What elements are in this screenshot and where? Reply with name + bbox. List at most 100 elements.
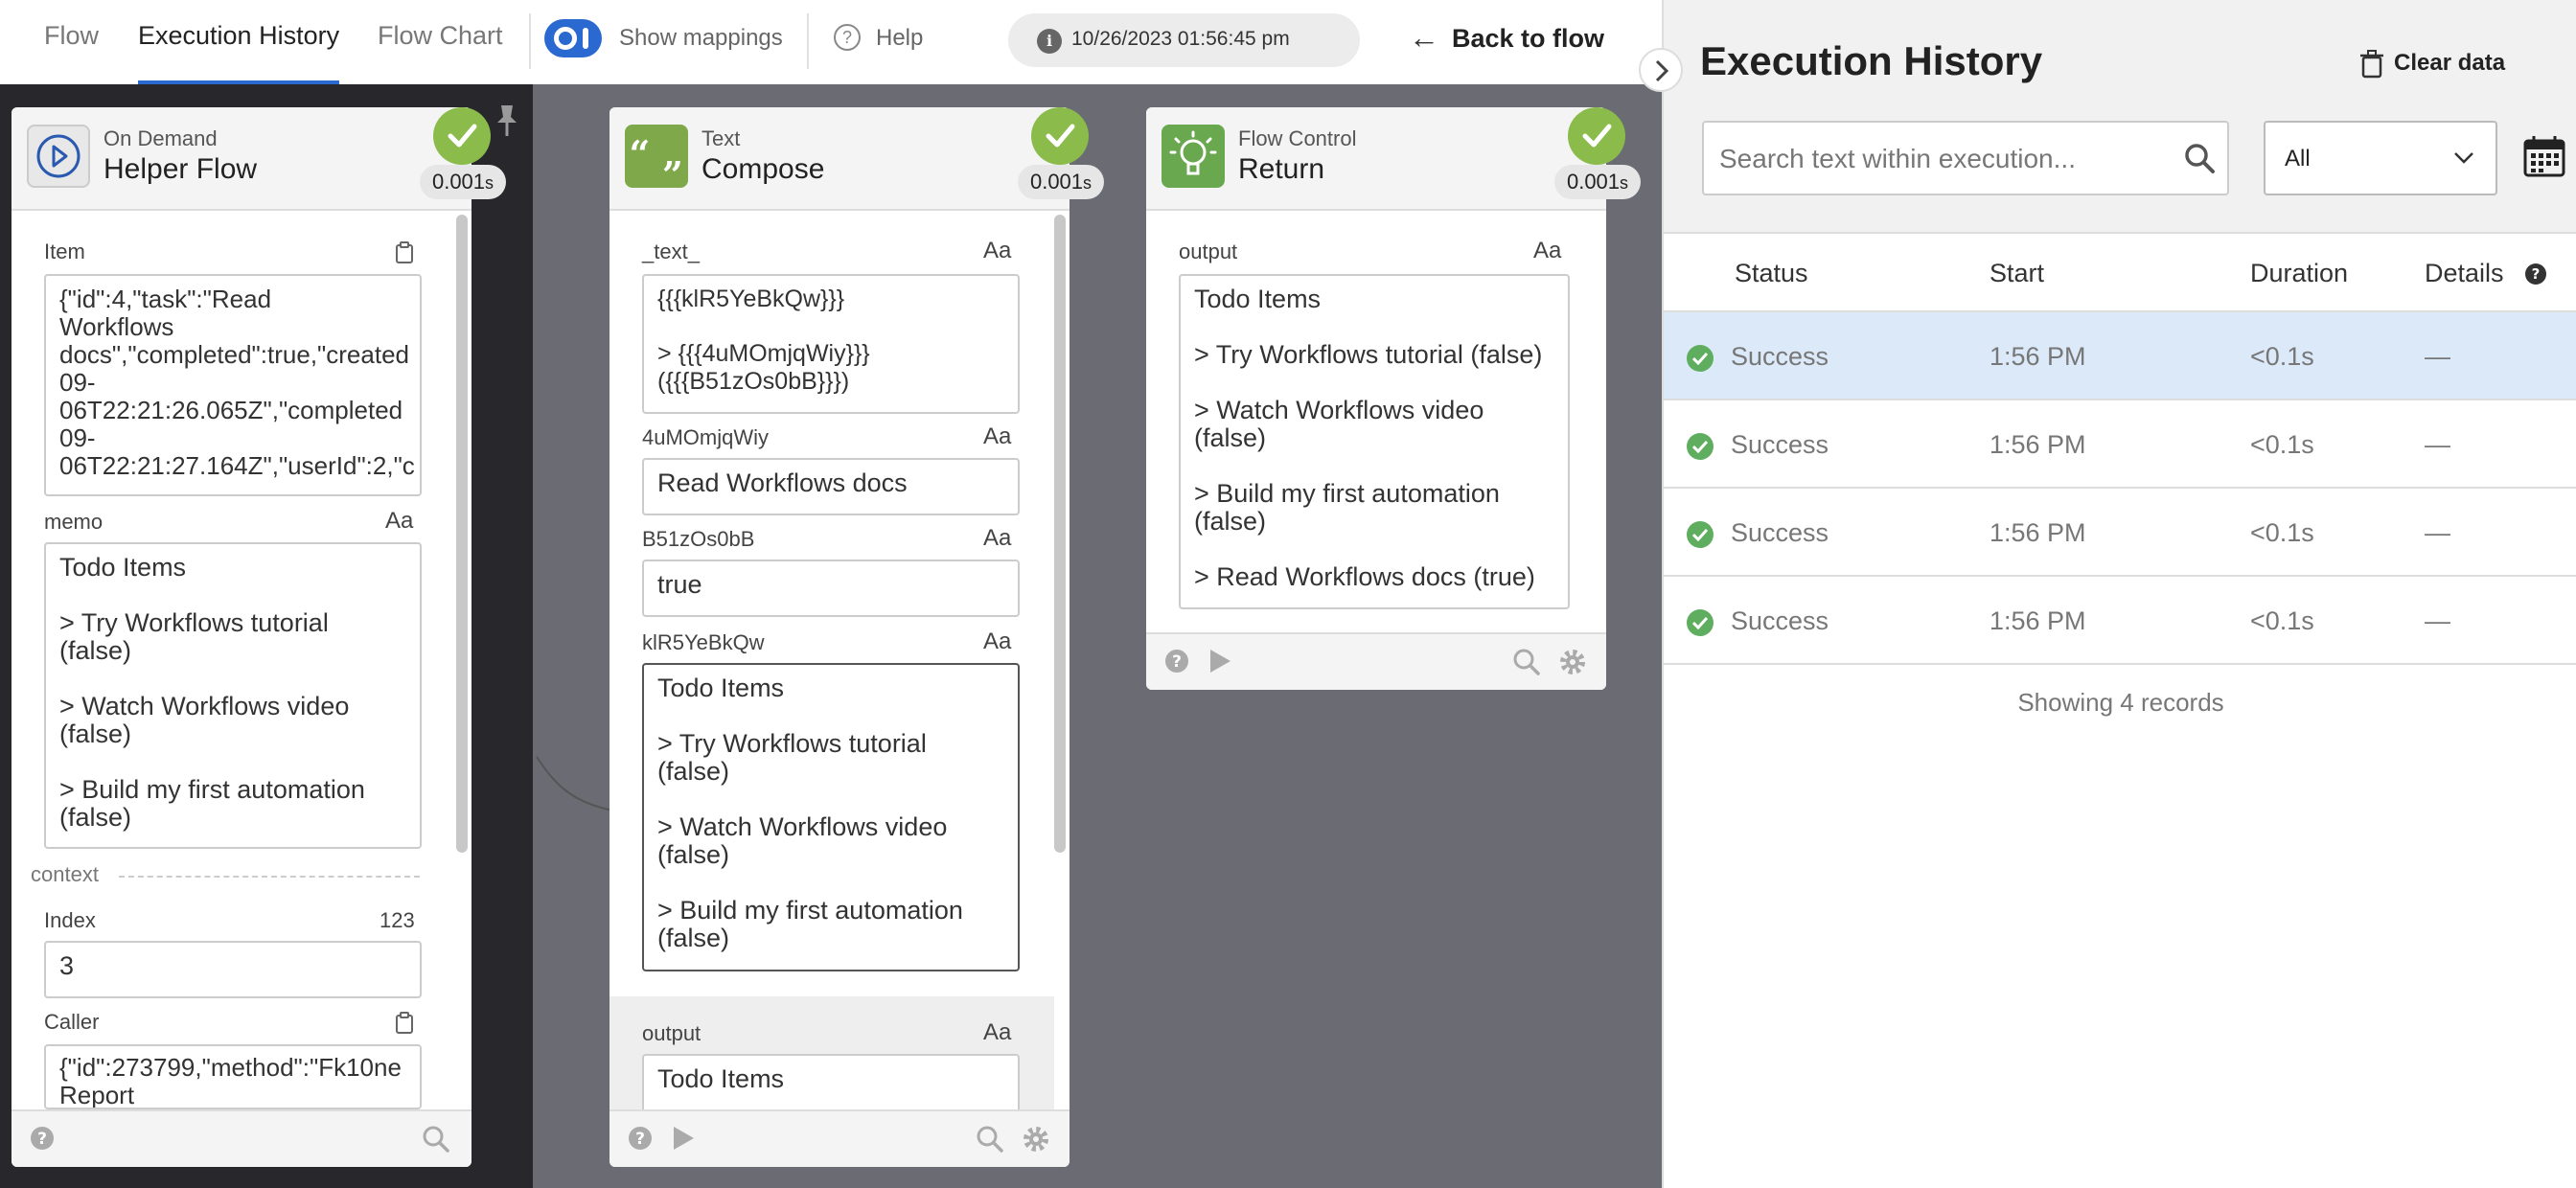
trash-icon[interactable] <box>2359 50 2384 79</box>
memo-line: > Watch Workflows video (false) <box>59 692 350 748</box>
nav-divider <box>807 13 809 69</box>
row-duration: <0.1s <box>2250 430 2314 459</box>
svg-text:?: ? <box>635 1130 645 1149</box>
node-scrollbar[interactable] <box>1054 215 1066 853</box>
back-arrow-icon[interactable]: ← <box>1409 22 1439 53</box>
node-scrollbar[interactable] <box>456 215 468 853</box>
show-mappings-toggle[interactable] <box>544 19 602 57</box>
clipboard-icon[interactable] <box>395 1012 414 1035</box>
table-row[interactable]: Success 1:56 PM <0.1s — <box>1664 489 2576 577</box>
tab-execution-history[interactable]: Execution History <box>138 21 339 51</box>
field-klr5yebkqw-value[interactable]: Todo Items > Try Workflows tutorial (fal… <box>642 663 1020 971</box>
toggle-on-icon <box>583 28 588 49</box>
gear-icon[interactable] <box>1558 648 1587 676</box>
search-icon[interactable] <box>2183 142 2216 174</box>
tab-flow[interactable]: Flow <box>44 21 99 51</box>
column-details[interactable]: Details <box>2425 259 2504 288</box>
panel-header: Execution History Clear data All <box>1664 0 2576 234</box>
table-row[interactable]: Success 1:56 PM <0.1s — <box>1664 312 2576 400</box>
play-icon[interactable] <box>1208 648 1232 674</box>
search-input[interactable] <box>1719 140 2160 178</box>
search-icon[interactable] <box>422 1125 450 1154</box>
records-count: Showing 4 records <box>2017 688 2224 717</box>
duration-value: 0.001 <box>431 170 486 194</box>
row-start: 1:56 PM <box>1990 342 2086 371</box>
help-icon[interactable]: ? <box>1163 648 1190 674</box>
help-link[interactable]: Help <box>876 25 923 52</box>
search-icon[interactable] <box>976 1125 1004 1154</box>
klr5-line: > Watch Workflows video (false) <box>657 812 948 869</box>
node-type: On Demand <box>104 126 218 150</box>
node-title: Return <box>1238 153 1325 185</box>
row-start: 1:56 PM <box>1990 606 2086 635</box>
node-type: Text <box>702 126 741 150</box>
svg-text:“ „: “ „ <box>630 132 684 175</box>
help-icon[interactable]: ? <box>834 24 861 51</box>
calendar-icon[interactable] <box>2522 134 2566 178</box>
row-duration: <0.1s <box>2250 518 2314 547</box>
row-details: — <box>2425 342 2450 371</box>
pin-icon[interactable] <box>493 103 521 138</box>
field-label-output: output <box>642 1021 702 1045</box>
column-status[interactable]: Status <box>1735 259 1808 288</box>
field-index-value[interactable]: 3 <box>44 941 422 998</box>
node-helper-flow[interactable]: On Demand Helper Flow Item {"id":4,"task… <box>12 107 472 1167</box>
success-icon <box>1687 521 1714 548</box>
success-icon <box>1687 345 1714 372</box>
status-filter-select[interactable]: All <box>2264 121 2497 195</box>
output-line: Todo Items <box>1194 285 1322 313</box>
field-item-value[interactable]: {"id":4,"task":"Read Workflows docs","co… <box>44 274 422 496</box>
field-text-value[interactable]: {{{klR5YeBkQw}}} > {{{4uMOmjqWiy}}} ({{{… <box>642 274 1020 414</box>
svg-text:?: ? <box>37 1130 47 1149</box>
node-compose[interactable]: “ „ Text Compose _text_ Aa {{{klR5YeBkQw… <box>610 107 1070 1167</box>
field-memo-value[interactable]: Todo Items > Try Workflows tutorial (fal… <box>44 542 422 849</box>
search-box[interactable] <box>1702 121 2229 195</box>
node-return[interactable]: Flow Control Return output Aa Todo Items… <box>1146 107 1606 690</box>
text-line: > {{{4uMOmjqWiy}}} ({{{B51zOs0bB}}}) <box>657 340 870 395</box>
table-row[interactable]: Success 1:56 PM <0.1s — <box>1664 400 2576 489</box>
execution-history-panel: Execution History Clear data All Status … <box>1662 0 2576 1188</box>
output-line: > Read Workflows docs (true) <box>1194 562 1535 591</box>
column-duration[interactable]: Duration <box>2250 259 2348 288</box>
row-duration: <0.1s <box>2250 606 2314 635</box>
chevron-right-icon <box>1655 59 1669 82</box>
row-duration: <0.1s <box>2250 342 2314 371</box>
caller-line: {"id":273799,"method":"Fk10ne <box>59 1053 402 1082</box>
play-icon[interactable] <box>671 1125 696 1152</box>
help-icon[interactable]: ? <box>627 1125 654 1152</box>
text-type-icon: Aa <box>1533 238 1562 263</box>
field-label-text: _text_ <box>642 240 700 263</box>
row-start: 1:56 PM <box>1990 430 2086 459</box>
field-caller-value[interactable]: {"id":273799,"method":"Fk10ne Report <box>44 1044 422 1109</box>
help-icon[interactable]: ? <box>29 1125 56 1152</box>
collapse-panel-button[interactable] <box>1639 48 1683 92</box>
row-status: Success <box>1731 606 1829 635</box>
duration-value: 0.001 <box>1029 170 1084 194</box>
node-header: Flow Control Return <box>1146 107 1606 211</box>
row-details: — <box>2425 430 2450 459</box>
help-icon[interactable]: ? <box>2524 263 2547 286</box>
table-row[interactable]: Success 1:56 PM <0.1s — <box>1664 577 2576 665</box>
duration-unit: s <box>485 173 494 193</box>
item-line: docs","completed":true,"created <box>59 340 409 369</box>
caller-line: Report <box>59 1081 135 1109</box>
show-mappings-label: Show mappings <box>619 25 783 51</box>
column-start[interactable]: Start <box>1990 259 2044 288</box>
node-duration-badge: 0.001s <box>420 165 506 199</box>
item-line: Workflows <box>59 312 174 341</box>
back-to-flow-button[interactable]: Back to flow <box>1452 24 1604 54</box>
field-4umomjqwiy-value[interactable]: Read Workflows docs <box>642 458 1020 515</box>
clipboard-icon[interactable] <box>395 241 414 264</box>
clear-data-button[interactable]: Clear data <box>2394 50 2505 77</box>
item-line: {"id":4,"task":"Read <box>59 285 272 313</box>
search-icon[interactable] <box>1512 648 1541 676</box>
tab-flow-chart[interactable]: Flow Chart <box>378 21 503 51</box>
toggle-knob <box>554 27 577 50</box>
output-line: > Try Workflows tutorial (false) <box>1194 340 1543 369</box>
field-output-value[interactable]: Todo Items > Try Workflows tutorial (fal… <box>1179 274 1570 609</box>
gear-icon[interactable] <box>1022 1125 1050 1154</box>
field-label-4umomjqwiy: 4uMOmjqWiy <box>642 425 770 449</box>
field-b51zos0bb-value[interactable]: true <box>642 560 1020 617</box>
row-status: Success <box>1731 430 1829 459</box>
row-status: Success <box>1731 518 1829 547</box>
